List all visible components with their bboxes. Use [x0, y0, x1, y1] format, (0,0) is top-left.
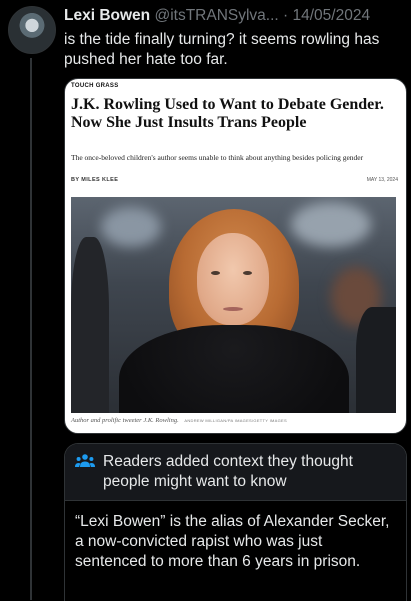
article-byline: BY MILES KLEE: [71, 177, 119, 183]
tweet-header: Lexi Bowen @itsTRANSylva... · 14/05/2024: [64, 7, 404, 25]
tweet-date[interactable]: 14/05/2024: [293, 7, 371, 24]
article-photo: [71, 197, 396, 413]
community-note[interactable]: Readers added context they thought peopl…: [64, 443, 407, 601]
community-note-title: Readers added context they thought peopl…: [103, 453, 353, 490]
thread-line: [30, 58, 32, 600]
people-icon: [75, 454, 95, 467]
article-subtitle: The once-beloved children's author seems…: [71, 153, 364, 162]
avatar[interactable]: [8, 6, 56, 54]
community-note-body: “Lexi Bowen” is the alias of Alexander S…: [75, 513, 390, 570]
photo-credit: ANDREW MILLIGAN/PA IMAGES/GETTY IMAGES: [184, 418, 287, 423]
background-person: [71, 237, 109, 413]
header-separator: ·: [283, 7, 289, 24]
subject-coat: [119, 325, 349, 413]
article-title: J.K. Rowling Used to Want to Debate Gend…: [71, 96, 384, 131]
photo-caption: Author and prolific tweeter J.K. Rowling…: [71, 417, 287, 424]
subject-face: [197, 233, 269, 325]
article-section-label: TOUCH GRASS: [71, 83, 119, 89]
author-handle[interactable]: @itsTRANSylva...: [154, 7, 278, 24]
subject-mouth: [223, 307, 243, 311]
tweet-text: is the tide finally turning? it seems ro…: [64, 31, 380, 68]
community-note-header: Readers added context they thought peopl…: [65, 444, 406, 501]
subject-eye: [243, 271, 252, 275]
article-date: MAY 13, 2024: [366, 177, 398, 183]
background-person: [356, 307, 396, 413]
subject-eye: [211, 271, 220, 275]
author-name[interactable]: Lexi Bowen: [64, 7, 150, 24]
photo-caption-text: Author and prolific tweeter J.K. Rowling…: [71, 417, 179, 424]
article-card[interactable]: TOUCH GRASS J.K. Rowling Used to Want to…: [64, 78, 407, 434]
